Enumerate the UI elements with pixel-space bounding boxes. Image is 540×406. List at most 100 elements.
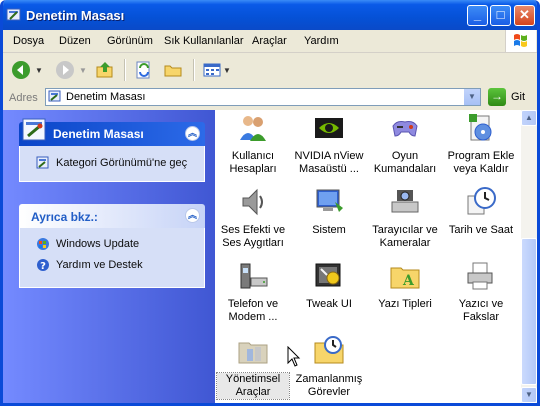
control-panel-icon <box>48 90 61 102</box>
control-panel-icon <box>22 118 46 141</box>
pane-header[interactable]: Ayrıca bkz.: ︽ <box>19 204 205 228</box>
item-printers-faxes[interactable]: Yazıcı ve Fakslar <box>445 260 517 324</box>
item-system[interactable]: Sistem <box>293 186 365 237</box>
item-label: Tarayıcılar ve <box>372 224 438 236</box>
close-button[interactable]: ✕ <box>514 5 535 26</box>
item-label: Kumandaları <box>373 163 437 175</box>
svg-text:A: A <box>402 273 415 289</box>
menu-favorites[interactable]: Sık Kullanılanlar <box>164 35 244 47</box>
item-label: Kameralar <box>379 237 431 249</box>
item-label: NVIDIA nView <box>294 150 364 162</box>
windows-update-icon <box>37 238 49 250</box>
item-administrative-tools[interactable]: Yönetimsel Araçlar <box>216 335 290 400</box>
scroll-up-icon[interactable]: ▲ <box>521 110 537 126</box>
item-phone-modem[interactable]: Telefon ve Modem ... <box>217 260 289 324</box>
clock-icon <box>467 187 496 215</box>
scheduled-tasks-icon <box>314 336 344 364</box>
address-field[interactable]: Denetim Masası ▼ <box>45 88 481 106</box>
up-folder-icon[interactable] <box>95 60 115 80</box>
title-bar[interactable]: Denetim Masası _ □ ✕ <box>3 0 537 30</box>
item-scanners-cameras[interactable]: Tarayıcılar ve Kameralar <box>369 186 441 250</box>
item-tweak-ui[interactable]: Tweak UI <box>293 260 365 311</box>
go-label: Git <box>511 91 526 103</box>
address-bar: Adres Denetim Masası ▼ → Git <box>3 87 537 109</box>
item-label: Görevler <box>307 386 351 398</box>
item-label: Oyun <box>391 150 419 162</box>
item-label: Tarih ve Saat <box>448 224 514 236</box>
svg-text:?: ? <box>40 261 46 272</box>
views-icon[interactable] <box>202 60 222 80</box>
item-game-controllers[interactable]: Oyun Kumandaları <box>369 112 441 176</box>
users-icon <box>240 116 266 141</box>
item-label: Ses Aygıtları <box>222 237 284 249</box>
toolbar-separator <box>124 59 126 81</box>
views-dropdown-icon[interactable]: ▼ <box>223 66 231 75</box>
phone-icon <box>240 263 268 289</box>
scroll-thumb[interactable] <box>521 238 537 385</box>
forward-dropdown-icon[interactable]: ▼ <box>79 66 87 75</box>
help-icon: ? <box>37 259 49 272</box>
pane-header[interactable]: Denetim Masası ︽ <box>19 118 205 146</box>
item-add-remove-programs[interactable]: Program Ekle veya Kaldır <box>445 112 517 176</box>
vertical-scrollbar[interactable]: ▲ ▼ <box>521 110 537 403</box>
system-icon <box>316 189 343 212</box>
item-user-accounts[interactable]: Kullanıcı Hesapları <box>217 112 289 176</box>
item-label: Yönetimsel <box>225 373 281 385</box>
task-pane: Denetim Masası ︽ Kategori Görünümü'ne ge… <box>3 110 215 403</box>
item-fonts[interactable]: A Yazı Tipleri <box>369 260 441 311</box>
item-label: Ses Efekti ve <box>220 224 286 236</box>
add-remove-icon <box>469 114 492 141</box>
fonts-icon: A <box>390 267 420 289</box>
item-label: Sistem <box>312 224 346 236</box>
mouse-cursor-icon <box>287 346 301 367</box>
address-dropdown-icon[interactable]: ▼ <box>463 89 480 105</box>
item-nvidia[interactable]: NVIDIA nView Masaüstü ... <box>293 112 365 176</box>
maximize-button[interactable]: □ <box>490 5 511 26</box>
item-label: Zamanlanmış <box>295 373 363 385</box>
admin-tools-icon <box>238 342 268 364</box>
item-date-time[interactable]: Tarih ve Saat <box>445 186 517 237</box>
collapse-icon[interactable]: ︽ <box>185 208 200 223</box>
minimize-button[interactable]: _ <box>467 5 488 26</box>
tweakui-icon <box>315 263 341 287</box>
items-view: Kullanıcı Hesapları NVIDIA nView Masaüstü … <box>215 110 521 403</box>
folders-icon[interactable] <box>163 60 183 80</box>
go-button[interactable]: → Git <box>488 88 536 106</box>
back-dropdown-icon[interactable]: ▼ <box>35 66 43 75</box>
scanner-icon <box>391 190 419 213</box>
menu-view[interactable]: Görünüm <box>107 35 153 47</box>
category-view-link[interactable]: Kategori Görünümü'ne geç <box>56 157 187 169</box>
pane-title: Denetim Masası <box>53 127 144 141</box>
menu-edit[interactable]: Düzen <box>59 35 91 47</box>
item-label: Yazı Tipleri <box>378 298 432 310</box>
windows-logo-icon <box>505 30 536 52</box>
scroll-down-icon[interactable]: ▼ <box>521 387 537 403</box>
item-label: Modem ... <box>228 311 278 323</box>
item-label: Tweak UI <box>306 298 352 310</box>
gamepad-icon <box>392 121 418 137</box>
back-icon[interactable] <box>11 60 31 80</box>
collapse-icon[interactable]: ︽ <box>185 126 200 141</box>
item-label: Program Ekle <box>447 150 515 162</box>
item-sounds[interactable]: Ses Efekti ve Ses Aygıtları <box>217 186 289 250</box>
windows-update-link[interactable]: Windows Update <box>56 238 139 250</box>
forward-icon[interactable] <box>55 60 75 80</box>
item-scheduled-tasks[interactable]: Zamanlanmış Görevler <box>293 335 365 399</box>
address-label: Adres <box>9 92 38 104</box>
menu-file[interactable]: Dosya <box>13 35 44 47</box>
window-title: Denetim Masası <box>26 8 125 23</box>
category-view-icon <box>36 156 49 169</box>
item-label: Yazıcı ve <box>458 298 504 310</box>
search-icon[interactable] <box>134 60 154 80</box>
help-support-link[interactable]: Yardım ve Destek <box>56 259 143 271</box>
control-panel-icon <box>6 8 21 21</box>
pane-body: Windows Update ? Yardım ve Destek <box>19 228 205 288</box>
item-label: Araçlar <box>235 386 271 398</box>
nvidia-icon <box>315 118 343 138</box>
go-arrow-icon: → <box>488 88 506 106</box>
toolbar-separator <box>193 59 195 81</box>
menu-tools[interactable]: Araçlar <box>252 35 287 47</box>
item-label: Kullanıcı <box>231 150 275 162</box>
item-label: Fakslar <box>462 311 500 323</box>
menu-help[interactable]: Yardım <box>304 35 339 47</box>
